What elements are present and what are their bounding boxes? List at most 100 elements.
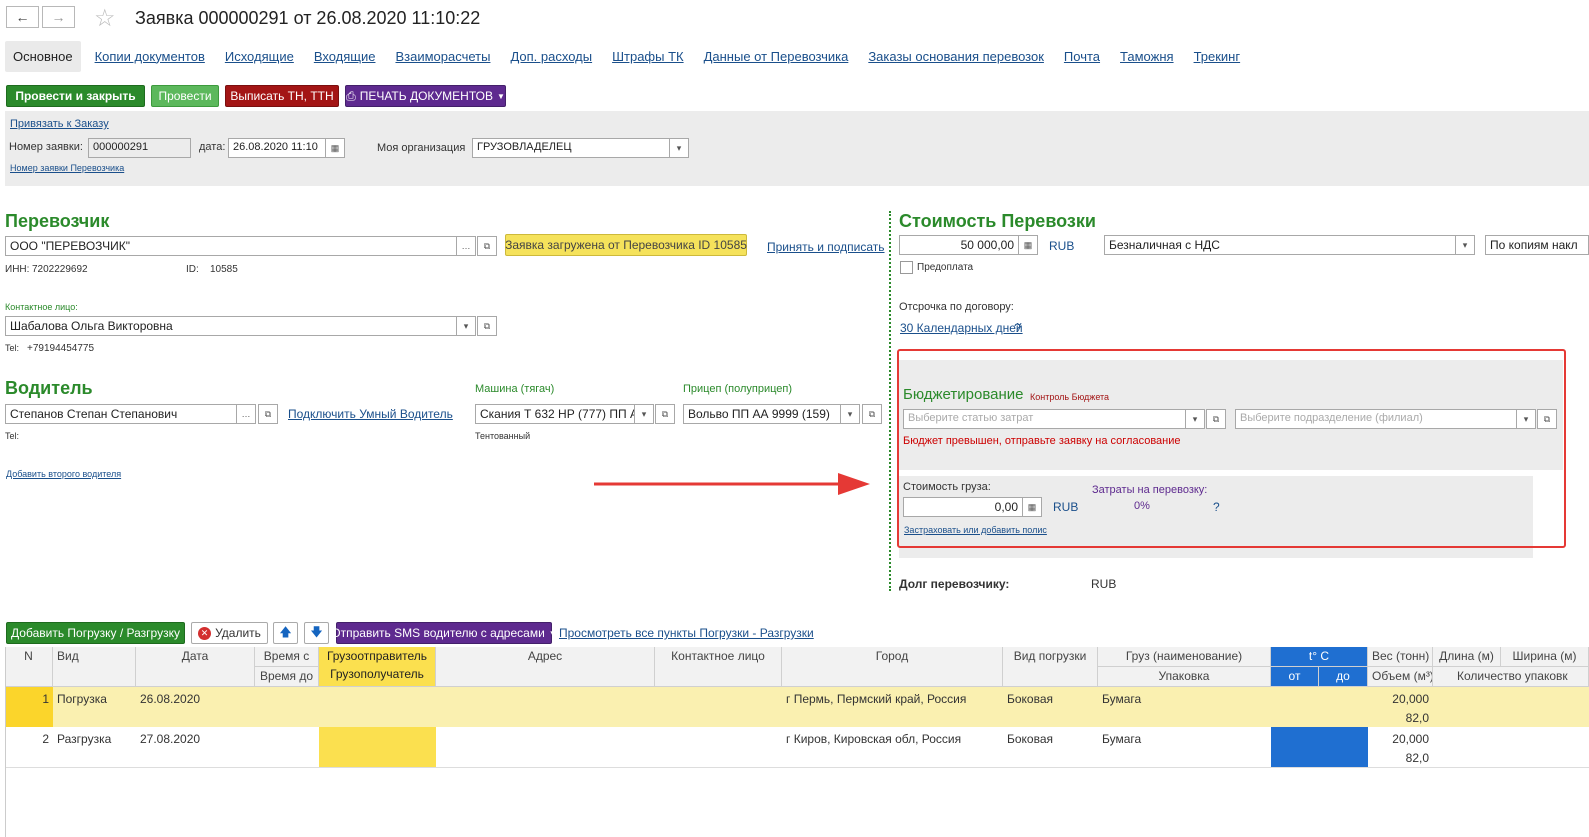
delete-button[interactable]: ✕ Удалить: [191, 622, 268, 644]
dropdown-icon[interactable]: ▾: [456, 316, 476, 336]
back-button[interactable]: ←: [6, 6, 39, 28]
star-icon[interactable]: ☆: [94, 4, 116, 33]
carrier-number-link[interactable]: Номер заявки Перевозчика: [10, 163, 124, 173]
col-width[interactable]: Ширина (м): [1501, 647, 1589, 667]
tel-label: Tel:: [5, 343, 20, 353]
open-icon[interactable]: ⧉: [258, 404, 278, 424]
open-icon[interactable]: ⧉: [477, 316, 497, 336]
help-icon[interactable]: ?: [1014, 321, 1021, 335]
col-length[interactable]: Длина (м): [1433, 647, 1501, 667]
amount-currency: RUB: [1049, 239, 1075, 253]
contact-field[interactable]: Шабалова Ольга Викторовна: [5, 316, 457, 336]
col-consignee[interactable]: Грузополучатель: [319, 665, 436, 687]
open-icon[interactable]: ⧉: [1537, 409, 1557, 429]
tab-copies[interactable]: Копии документов: [95, 49, 205, 64]
add-second-driver-link[interactable]: Добавить второго водителя: [6, 469, 121, 479]
insure-link[interactable]: Застраховать или добавить полис: [904, 525, 1047, 535]
division-field[interactable]: Выберите подразделение (филиал): [1235, 409, 1517, 429]
col-address[interactable]: Адрес: [436, 647, 655, 687]
col-contact[interactable]: Контактное лицо: [655, 647, 782, 687]
accept-sign-link[interactable]: Принять и подписать: [767, 240, 885, 254]
col-temp-from[interactable]: от: [1271, 667, 1319, 687]
send-sms-button[interactable]: Отправить SMS водителю с адресами ▼: [331, 622, 557, 644]
driver-heading: Водитель: [5, 378, 93, 398]
smart-driver-link[interactable]: Подключить Умный Водитель: [288, 407, 453, 421]
move-down-button[interactable]: 🡇: [304, 622, 329, 644]
ellipsis-icon[interactable]: …: [236, 404, 256, 424]
col-volume[interactable]: Объем (м³): [1368, 667, 1433, 687]
row-shipper-cell[interactable]: [319, 727, 436, 767]
org-field[interactable]: ГРУЗОВЛАДЕЛЕЦ: [472, 138, 670, 158]
calculator-icon[interactable]: ▦: [1018, 235, 1038, 255]
col-pack[interactable]: Упаковка: [1098, 667, 1271, 687]
chevron-down-icon: ▼: [496, 91, 505, 101]
print-documents-label: ПЕЧАТЬ ДОКУМЕНТОВ: [359, 89, 493, 103]
post-button[interactable]: Провести: [151, 85, 219, 107]
carrier-loaded-badge[interactable]: Заявка загружена от Перевозчика ID 10585: [505, 234, 747, 256]
tab-main[interactable]: Основное: [5, 40, 81, 72]
col-city[interactable]: Город: [782, 647, 1003, 687]
cost-item-field[interactable]: Выберите статью затрат: [903, 409, 1186, 429]
dropdown-icon[interactable]: ▾: [634, 404, 654, 424]
row-temp-cell[interactable]: [1271, 727, 1368, 767]
col-time-from[interactable]: Время с: [255, 647, 319, 667]
deferral-link[interactable]: 30 Календарных дней: [900, 321, 1023, 335]
tab-mail[interactable]: Почта: [1064, 49, 1100, 64]
cargo-cost-field[interactable]: 0,00: [903, 497, 1023, 517]
tab-customs[interactable]: Таможня: [1120, 49, 1174, 64]
col-shipper[interactable]: Грузоотправитель: [319, 647, 436, 667]
issue-tn-button[interactable]: Выписать ТН, ТТН: [225, 85, 339, 107]
open-icon[interactable]: ⧉: [477, 236, 497, 256]
col-load-type[interactable]: Вид погрузки: [1003, 647, 1098, 687]
col-date[interactable]: Дата: [136, 647, 255, 687]
id-label: ID:: [186, 264, 199, 275]
print-documents-button[interactable]: ⎙ ПЕЧАТЬ ДОКУМЕНТОВ ▼: [345, 85, 506, 107]
col-temp[interactable]: t° C: [1271, 647, 1368, 667]
dropdown-icon[interactable]: ▾: [840, 404, 860, 424]
dropdown-icon[interactable]: ▾: [669, 138, 689, 158]
calculator-icon[interactable]: ▦: [1022, 497, 1042, 517]
col-cargo[interactable]: Груз (наименование): [1098, 647, 1271, 667]
driver-field[interactable]: Степанов Степан Степанович: [5, 404, 237, 424]
help-icon[interactable]: ?: [1213, 500, 1220, 514]
payment-type-field[interactable]: Безналичная с НДС: [1104, 235, 1456, 255]
tab-tracking[interactable]: Трекинг: [1194, 49, 1241, 64]
col-time-to[interactable]: Время до: [255, 667, 319, 687]
dropdown-icon[interactable]: ▾: [1455, 235, 1475, 255]
link-to-order[interactable]: Привязать к Заказу: [10, 118, 109, 130]
forward-button[interactable]: →: [42, 6, 75, 28]
row-weight: 20,000: [1392, 692, 1429, 706]
dropdown-icon[interactable]: ▾: [1516, 409, 1536, 429]
amount-field[interactable]: 50 000,00: [899, 235, 1019, 255]
tab-outgoing[interactable]: Исходящие: [225, 49, 294, 64]
carrier-field[interactable]: ООО "ПЕРЕВОЗЧИК": [5, 236, 457, 256]
transport-costs-label: Затраты на перевозку:: [1092, 484, 1208, 496]
truck-field[interactable]: Скания Т 632 НР (777) ПП АА 9: [475, 404, 635, 424]
add-point-button[interactable]: Добавить Погрузку / Разгрузку: [6, 622, 185, 644]
open-icon[interactable]: ⧉: [862, 404, 882, 424]
col-qty[interactable]: Количество упаковк: [1433, 667, 1589, 687]
date-field[interactable]: 26.08.2020 11:10: [228, 138, 326, 158]
post-and-close-button[interactable]: Провести и закрыть: [6, 85, 145, 107]
dropdown-icon[interactable]: ▾: [1185, 409, 1205, 429]
row-load-type: Боковая: [1007, 732, 1054, 746]
calendar-icon[interactable]: ▦: [325, 138, 345, 158]
copies-mode-field[interactable]: По копиям накл: [1485, 235, 1589, 255]
col-n[interactable]: N: [5, 647, 53, 687]
tab-fines[interactable]: Штрафы ТК: [612, 49, 684, 64]
view-all-points-link[interactable]: Просмотреть все пункты Погрузки - Разгру…: [559, 626, 814, 640]
move-up-button[interactable]: 🡅: [273, 622, 298, 644]
col-kind[interactable]: Вид: [53, 647, 136, 687]
col-weight[interactable]: Вес (тонн): [1368, 647, 1433, 667]
tab-base-orders[interactable]: Заказы основания перевозок: [868, 49, 1044, 64]
open-icon[interactable]: ⧉: [655, 404, 675, 424]
tab-settlements[interactable]: Взаиморасчеты: [395, 49, 490, 64]
col-temp-to[interactable]: до: [1319, 667, 1368, 687]
trailer-field[interactable]: Вольво ПП АА 9999 (159): [683, 404, 841, 424]
tab-extra-costs[interactable]: Доп. расходы: [510, 49, 592, 64]
ellipsis-icon[interactable]: …: [456, 236, 476, 256]
tab-carrier-data[interactable]: Данные от Перевозчика: [704, 49, 849, 64]
open-icon[interactable]: ⧉: [1206, 409, 1226, 429]
tab-incoming[interactable]: Входящие: [314, 49, 376, 64]
prepay-checkbox[interactable]: [900, 261, 913, 274]
